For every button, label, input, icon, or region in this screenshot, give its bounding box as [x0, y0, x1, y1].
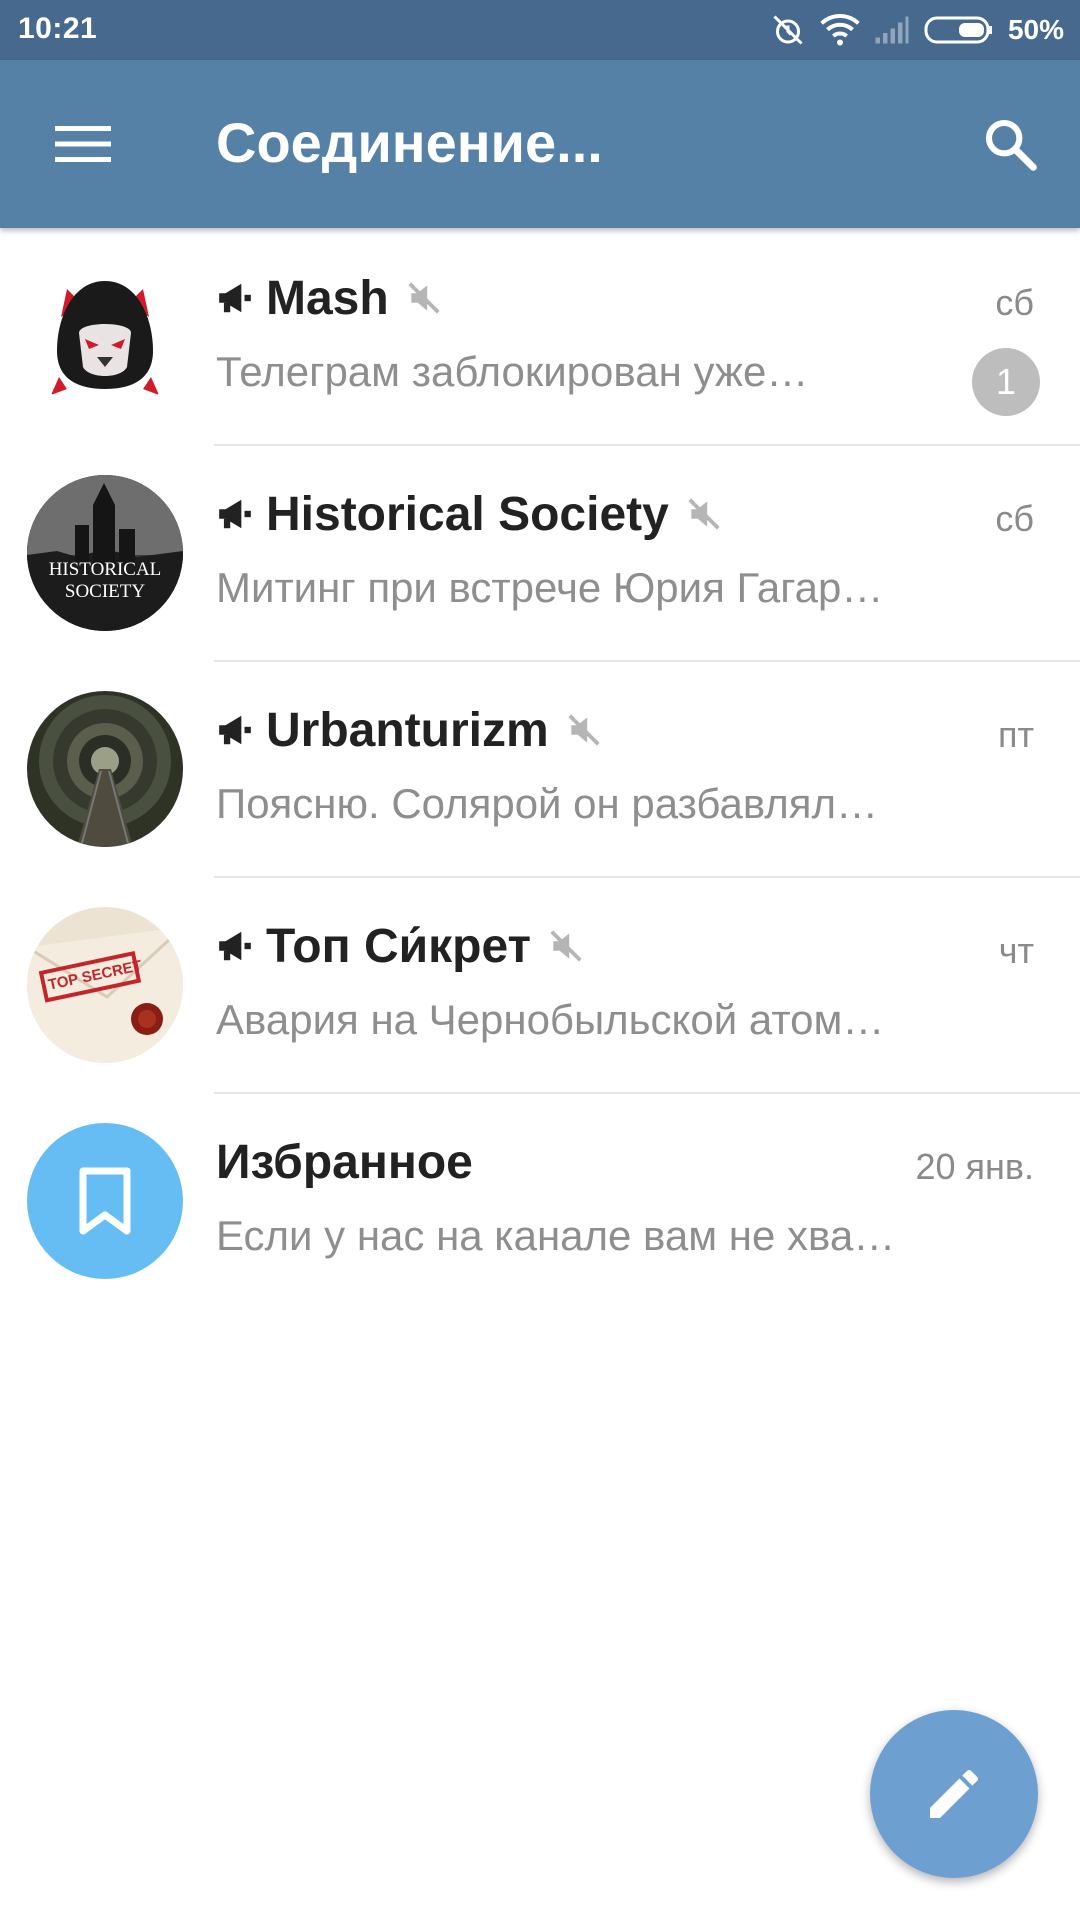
battery-icon	[924, 16, 992, 44]
chat-item-top-secret[interactable]: TOP SECRET Топ Си́крет чт Авария на Черн…	[0, 878, 1080, 1094]
chat-date: сб	[995, 282, 1034, 323]
search-button[interactable]	[970, 104, 1050, 184]
chat-item-saved-messages[interactable]: Избранное 20 янв. Если у нас на канале в…	[0, 1094, 1080, 1310]
chat-date: пт	[998, 714, 1034, 755]
chat-name-row: Urbanturizm	[216, 698, 603, 762]
battery-percent: 50%	[1007, 14, 1064, 45]
chat-preview: Авария на Чернобыльской атом…	[216, 996, 885, 1043]
megaphone-icon	[219, 499, 251, 529]
chat-name-row: Избранное	[216, 1130, 473, 1194]
status-bar: 10:21 50%	[0, 0, 1080, 60]
chat-item-historical-society[interactable]: HISTORICAL SOCIETY Historical Society сб…	[0, 446, 1080, 662]
chat-item-mash[interactable]: Mash сб Телеграм заблокирован уже… 1	[0, 230, 1080, 446]
signal-icon	[875, 16, 909, 44]
tunnel-avatar[interactable]	[27, 691, 183, 847]
chat-date: 20 янв.	[915, 1146, 1034, 1187]
menu-button[interactable]	[40, 108, 126, 180]
chat-name-row: Mash	[216, 266, 443, 330]
alarm-off-icon	[773, 15, 803, 45]
muted-icon	[688, 498, 720, 530]
chat-preview: Митинг при встрече Юрия Гагар…	[216, 564, 884, 611]
chat-list: Mash сб Телеграм заблокирован уже… 1 HIS…	[0, 230, 1080, 1310]
pencil-icon	[930, 1769, 979, 1818]
status-icons: 50%	[770, 8, 1064, 52]
compose-button[interactable]	[870, 1710, 1038, 1878]
wifi-icon	[820, 14, 860, 46]
chat-name-row: Historical Society	[216, 482, 723, 546]
chat-name: Historical Society	[266, 487, 669, 541]
chat-date: сб	[995, 498, 1034, 539]
chat-name: Избранное	[216, 1135, 473, 1189]
chat-preview: Поясню. Солярой он разбавлял…	[216, 780, 878, 827]
historical-society-avatar[interactable]: HISTORICAL SOCIETY	[27, 475, 183, 631]
muted-icon	[550, 930, 582, 962]
chat-name: Mash	[266, 271, 389, 325]
megaphone-icon	[219, 283, 251, 313]
muted-icon	[568, 714, 600, 746]
bookmark-avatar[interactable]	[27, 1123, 183, 1279]
search-icon	[985, 119, 1037, 171]
mash-avatar[interactable]	[27, 259, 183, 415]
chat-preview: Телеграм заблокирован уже…	[216, 348, 809, 395]
toolbar-title: Соединение...	[216, 111, 603, 174]
chat-item-urbanturizm[interactable]: Urbanturizm пт Поясню. Солярой он разбав…	[0, 662, 1080, 878]
chat-preview: Если у нас на канале вам не хва…	[216, 1212, 896, 1259]
chat-date: чт	[998, 930, 1034, 971]
chat-name-row: Топ Си́крет	[216, 914, 585, 978]
bookmark-icon	[79, 1167, 131, 1235]
app-toolbar: Соединение...	[0, 60, 1080, 228]
megaphone-icon	[219, 931, 251, 961]
chat-name: Топ Си́крет	[266, 919, 532, 973]
chat-name: Urbanturizm	[266, 703, 549, 757]
hamburger-menu-icon	[55, 126, 111, 162]
avatar-text-line1: HISTORICAL	[48, 559, 162, 580]
unread-badge: 1	[972, 348, 1040, 416]
megaphone-icon	[219, 715, 251, 745]
avatar-text-line2: SOCIETY	[64, 581, 146, 602]
muted-icon	[408, 282, 440, 314]
top-secret-avatar[interactable]: TOP SECRET	[27, 907, 183, 1063]
status-time: 10:21	[18, 12, 98, 45]
